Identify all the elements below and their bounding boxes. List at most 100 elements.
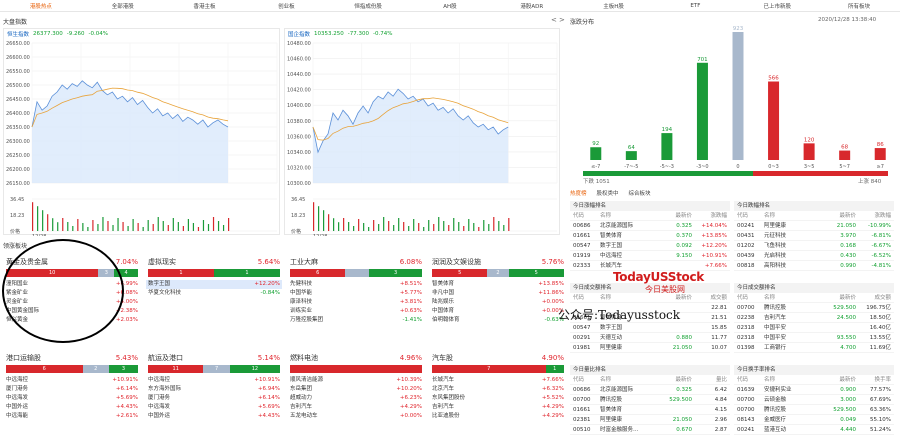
rank-table-header: 代码 名称 最新价 量比 bbox=[570, 375, 730, 385]
sector-stock-item[interactable]: 万隆控股集团 -1.41% bbox=[288, 316, 424, 325]
sector-card[interactable]: 润润及文娱设施 5.76% 5 2 5 智美体育 +13.85% 非凡中国 +11.86% 陆兆娱… bbox=[430, 257, 566, 350]
dist-bar[interactable] bbox=[874, 148, 886, 160]
rank-cell: 01919 bbox=[573, 253, 591, 259]
sector-stock-item[interactable]: 中远海发 +5.69% bbox=[146, 403, 282, 412]
sector-card[interactable]: 港口运输股 5.43% 6 2 3 中远海控 +10.91% 厦门港务 +6.14% 中远海发 +5… bbox=[4, 353, 140, 446]
table-row[interactable]: 02238 吉利汽车 24.500 18.50亿 bbox=[734, 313, 894, 323]
hot-tab-1[interactable]: 股权类中 bbox=[597, 189, 619, 197]
dist-bar[interactable] bbox=[625, 151, 637, 160]
sector-stock-item[interactable]: 陆兆娱乐 +0.00% bbox=[430, 298, 566, 307]
table-row[interactable]: 00241 蓝港互动 4.440 51.24% bbox=[734, 425, 894, 435]
table-row[interactable]: 00439 光启科技 0.430 -6.52% bbox=[734, 251, 894, 261]
sector-stock-item[interactable]: 吉利汽车 +4.29% bbox=[430, 403, 566, 412]
hsi-panel[interactable]: 恒生指数 26377.300 -9.260 -0.04% 26650.00 266… bbox=[3, 28, 280, 236]
hsi-y-tick: 26550.00 bbox=[6, 69, 30, 75]
dist-bar[interactable] bbox=[732, 32, 744, 160]
nav-tab-3[interactable]: 创业板 bbox=[245, 2, 327, 10]
sector-stock-item[interactable]: 中国体育 +0.00% bbox=[430, 307, 566, 316]
table-row[interactable]: 01202 飞鱼科技 0.168 -6.67% bbox=[734, 241, 894, 251]
hsi-vol-bar bbox=[117, 218, 119, 231]
sector-stock-item[interactable]: 先健科技 +8.51% bbox=[288, 280, 424, 289]
sector-stock-item[interactable]: 数字王国 +12.20% bbox=[146, 280, 282, 289]
sector-stock-item[interactable]: 东岳集团 +10.20% bbox=[288, 385, 424, 394]
sector-stock-item[interactable]: 顺风清洁能源 +10.39% bbox=[288, 376, 424, 385]
dist-bar[interactable] bbox=[768, 81, 780, 160]
sector-stock-item[interactable]: 东风集团股份 +5.52% bbox=[430, 394, 566, 403]
table-row[interactable]: 00700 腾讯控股 529.500 63.36% bbox=[734, 405, 894, 415]
sector-card[interactable]: 工业大麻 6.08% 6 3 先健科技 +8.51% 中国华能 +5.77% 康泽科技 +3.81… bbox=[288, 257, 424, 350]
table-row[interactable]: 00241 阿里健康 21.050 -10.99% bbox=[734, 221, 894, 231]
sector-stock-item[interactable]: 长城汽车 +7.66% bbox=[430, 376, 566, 385]
sector-stock-item[interactable]: 东方海外国际 +6.94% bbox=[146, 385, 282, 394]
nav-tab-9[interactable]: 已上市新股 bbox=[736, 2, 818, 10]
nav-tab-4[interactable]: 恒指成份股 bbox=[327, 2, 409, 10]
hot-tab-0[interactable]: 热度榜 bbox=[570, 189, 587, 197]
sector-stock-item[interactable]: 厦门港务 +6.14% bbox=[4, 385, 140, 394]
table-row[interactable]: 00700 云硕金融 3.000 67.69% bbox=[734, 395, 894, 405]
sector-stock-item[interactable]: 中远海能 +2.61% bbox=[4, 412, 140, 421]
sector-card[interactable]: 虚拟现实 5.64% 1 1 数字王国 +12.20% 华夏文化科技 -0.84% bbox=[146, 257, 282, 350]
dist-bar[interactable] bbox=[696, 62, 708, 161]
nav-tab-2[interactable]: 香港主板 bbox=[164, 2, 246, 10]
table-row[interactable]: 00291 天德互动 0.880 11.77 bbox=[570, 333, 730, 343]
table-row[interactable]: 01398 工商银行 4.700 11.69亿 bbox=[734, 343, 894, 353]
table-row[interactable]: 00547 数字王国 0.092 +12.20% bbox=[570, 241, 730, 251]
sector-stock-item[interactable]: 中国外运 +4.43% bbox=[146, 412, 282, 421]
table-row[interactable]: 01981 阿里健康 21.050 10.07 bbox=[570, 343, 730, 353]
sector-stock-item[interactable]: 北京汽车 +6.32% bbox=[430, 385, 566, 394]
nav-tab-5[interactable]: AH股 bbox=[409, 2, 491, 10]
table-row[interactable]: 00547 数字王国 15.85 bbox=[570, 323, 730, 333]
hscei-panel[interactable]: 国企指数 10353.250 -77.300 -0.74% 10480.00 10… bbox=[284, 28, 560, 236]
sector-stock-item[interactable]: 超威动力 +6.23% bbox=[288, 394, 424, 403]
sector-stock-item[interactable]: 中远海发 +5.69% bbox=[4, 394, 140, 403]
sector-stock-item[interactable]: 厦门港务 +6.14% bbox=[146, 394, 282, 403]
table-row[interactable]: 00510 时富金融服务… 0.670 2.87 bbox=[570, 425, 730, 435]
sector-stock-item[interactable]: 伯明翰体育 -0.63% bbox=[430, 316, 566, 325]
table-row[interactable]: 01639 安捷利实业 0.900 77.57% bbox=[734, 385, 894, 395]
sector-stock-item[interactable]: 康泽科技 +3.81% bbox=[288, 298, 424, 307]
nav-tab-0[interactable]: 港股热点 bbox=[0, 2, 82, 10]
sector-stock-item[interactable]: 比亚迪股份 +4.29% bbox=[430, 412, 566, 421]
table-row[interactable]: 00700 腾讯控股 529.500 196.75亿 bbox=[734, 303, 894, 313]
prev-arrow-icon[interactable]: < bbox=[551, 16, 557, 24]
next-arrow-icon[interactable]: > bbox=[559, 16, 565, 24]
dist-bar[interactable] bbox=[839, 150, 851, 160]
nav-tab-6[interactable]: 港股ADR bbox=[491, 2, 573, 10]
table-row[interactable]: 01919 中远海控 9.150 +10.91% bbox=[570, 251, 730, 261]
dist-bar[interactable] bbox=[661, 133, 673, 160]
dist-bar[interactable] bbox=[590, 147, 602, 160]
rank-cell: 阿里健康 bbox=[600, 417, 623, 423]
nav-tab-7[interactable]: 主板H股 bbox=[573, 2, 655, 10]
table-row[interactable]: 01661 智美体育 4.15 bbox=[570, 405, 730, 415]
sector-card[interactable]: 汽车股 4.90% 7 1 长城汽车 +7.66% 北京汽车 +6.32% 东风集团股份 +5.5… bbox=[430, 353, 566, 446]
nav-tab-1[interactable]: 全部港股 bbox=[82, 2, 164, 10]
sector-stock-item[interactable]: 中远海控 +10.91% bbox=[146, 376, 282, 385]
sector-card[interactable]: 燃料电池 4.96% 顺风清洁能源 +10.39% 东岳集团 +10.20% 超威动力 +6.… bbox=[288, 353, 424, 446]
sector-stock-item[interactable]: 中国华能 +5.77% bbox=[288, 289, 424, 298]
dist-bar-category: ≥7 bbox=[877, 164, 884, 170]
sector-stock-item[interactable]: 吉利汽车 +4.29% bbox=[288, 403, 424, 412]
sector-card[interactable]: 航运及港口 5.14% 11 7 12 中远海控 +10.91% 东方海外国际 +6.94% 厦门… bbox=[146, 353, 282, 446]
sector-stock-item[interactable]: 华夏文化科技 -0.84% bbox=[146, 289, 282, 298]
sector-stock-item[interactable]: 非凡中国 +11.86% bbox=[430, 289, 566, 298]
dist-bar[interactable] bbox=[803, 143, 815, 160]
sector-stock-item[interactable]: 训练实业 +0.63% bbox=[288, 307, 424, 316]
sector-stock-item[interactable]: 智美体育 +13.85% bbox=[430, 280, 566, 289]
table-row[interactable]: 00431 元征科技 3.970 -6.81% bbox=[734, 231, 894, 241]
table-row[interactable]: 01661 智美体育 0.370 +13.85% bbox=[570, 231, 730, 241]
table-row[interactable]: 00686 北京能源国际 0.325 +14.04% bbox=[570, 221, 730, 231]
table-row[interactable]: 02381 阿里健康 21.050 2.96 bbox=[570, 415, 730, 425]
table-row[interactable]: 08143 金威医疗 0.049 55.10% bbox=[734, 415, 894, 425]
sector-stock-item[interactable]: 中国外运 +4.43% bbox=[4, 403, 140, 412]
rank-cell: 01639 bbox=[737, 387, 755, 393]
hot-tab-2[interactable]: 综合板块 bbox=[629, 189, 651, 197]
nav-tab-10[interactable]: 所有板块 bbox=[818, 2, 900, 10]
sector-stock-item[interactable]: 中远海控 +10.91% bbox=[4, 376, 140, 385]
table-row[interactable]: 00686 北京能源国际 0.325 6.42 bbox=[570, 385, 730, 395]
table-row[interactable]: 00818 高阳科技 0.990 -4.81% bbox=[734, 261, 894, 271]
table-row[interactable]: 02318 中国平安 16.40亿 bbox=[734, 323, 894, 333]
table-row[interactable]: 00700 腾讯控股 529.500 4.84 bbox=[570, 395, 730, 405]
table-row[interactable]: 02318 中国平安 93.550 13.55亿 bbox=[734, 333, 894, 343]
sector-stock-item[interactable]: 五龙电动车 +0.00% bbox=[288, 412, 424, 421]
nav-tab-8[interactable]: ETF bbox=[655, 3, 737, 9]
